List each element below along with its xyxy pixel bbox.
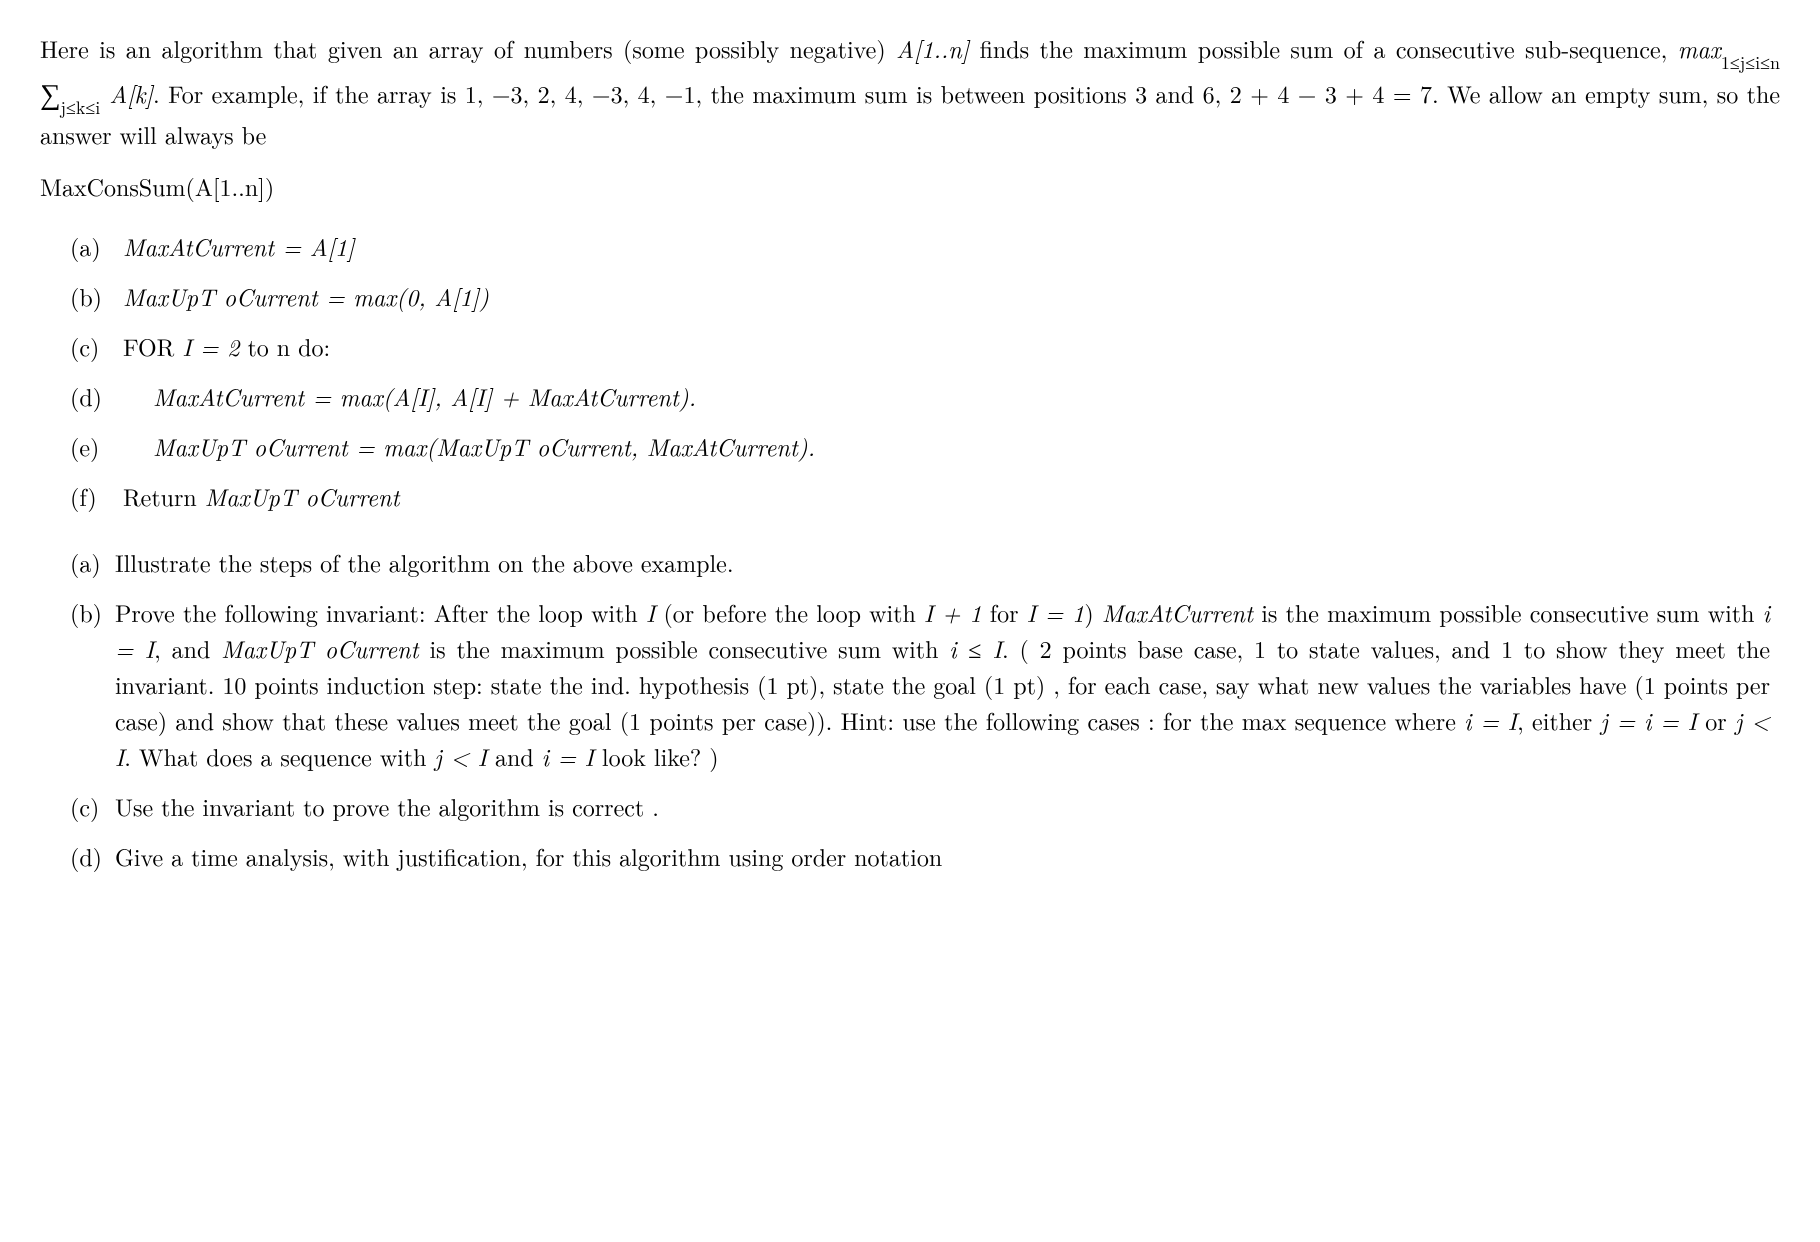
intro-text-1: Here is an algorithm that given an array… (40, 31, 896, 65)
questions: (a)Illustrate the steps of the algorithm… (40, 544, 1780, 874)
step-label: (a) (70, 228, 115, 264)
step-text-post: to n do: (239, 329, 330, 363)
question-d: (d)Give a time analysis, with justificat… (70, 838, 1780, 874)
step-text: MaxUpT oCurrent = max(0, A[1]) (123, 279, 489, 313)
question-a: (a)Illustrate the steps of the algorithm… (70, 544, 1780, 580)
intro-ak: A[k] (100, 76, 153, 110)
step-text: MaxUpT oCurrent = max(MaxUpT oCurrent, M… (123, 429, 815, 463)
step-label: (d) (70, 378, 115, 414)
question-text: Use the invariant to prove the algorithm… (115, 788, 1770, 824)
question-label: (d) (70, 838, 115, 874)
step-text-var: MaxUpT oCurrent (205, 479, 400, 513)
algo-step-c: (c) FOR I = 2 to n do: (70, 328, 1780, 364)
algo-step-b: (b) MaxUpT oCurrent = max(0, A[1]) (70, 278, 1780, 314)
algo-step-f: (f) Return MaxUpT oCurrent (70, 478, 1780, 514)
intro-array: A[1..n] (896, 31, 969, 65)
question-text: Prove the following invariant: After the… (115, 594, 1770, 774)
intro-text-3: . For example, if the array is 1, −3, 2,… (40, 76, 1780, 151)
step-text-mid: I = 2 (182, 329, 239, 363)
problem-intro: Here is an algorithm that given an array… (40, 30, 1780, 152)
step-label: (e) (70, 428, 115, 464)
algo-step-e: (e) MaxUpT oCurrent = max(MaxUpT oCurren… (70, 428, 1780, 464)
question-label: (a) (70, 544, 115, 580)
algorithm-steps: (a) MaxAtCurrent = A[1] (b) MaxUpT oCurr… (40, 228, 1780, 514)
intro-max-sub: 1≤j≤i≤n (1721, 50, 1780, 75)
question-b: (b)Prove the following invariant: After … (70, 594, 1780, 774)
step-label: (f) (70, 478, 115, 514)
intro-max-prefix: max (1678, 31, 1721, 65)
intro-sum-sub: j≤k≤i (61, 95, 101, 120)
question-label: (b) (70, 594, 115, 630)
algo-step-a: (a) MaxAtCurrent = A[1] (70, 228, 1780, 264)
question-text: Illustrate the steps of the algorithm on… (115, 544, 1770, 580)
step-text: MaxAtCurrent = max(A[I], A[I] + MaxAtCur… (123, 379, 696, 413)
question-c: (c)Use the invariant to prove the algori… (70, 788, 1780, 824)
step-text: MaxAtCurrent = A[1] (123, 229, 355, 263)
sigma-icon: ∑ (40, 73, 61, 113)
step-text-pre: Return (123, 479, 205, 513)
question-label: (c) (70, 788, 115, 824)
algo-step-d: (d) MaxAtCurrent = max(A[I], A[I] + MaxA… (70, 378, 1780, 414)
function-name: MaxConsSum(A[1..n]) (40, 168, 1780, 204)
step-text-pre: FOR (123, 329, 182, 363)
step-label: (c) (70, 328, 115, 364)
intro-text-2: finds the maximum possible sum of a cons… (969, 31, 1678, 65)
question-text: Give a time analysis, with justification… (115, 838, 1770, 874)
step-label: (b) (70, 278, 115, 314)
